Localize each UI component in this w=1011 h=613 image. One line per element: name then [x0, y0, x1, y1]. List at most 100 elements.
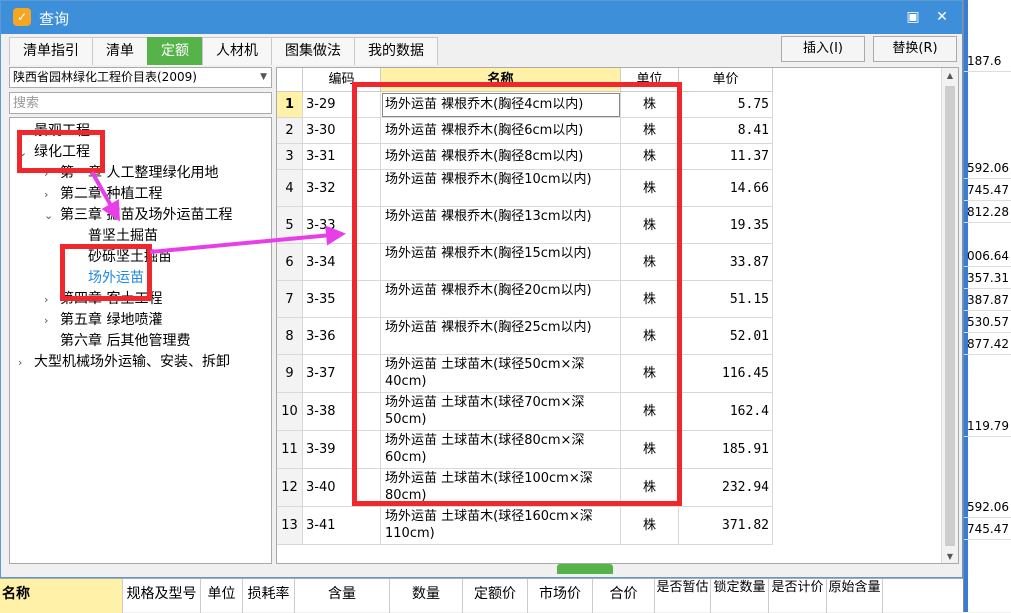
tree-item-chapter-2[interactable]: › 第二章 种植工程	[44, 184, 162, 205]
detail-header-unit[interactable]: 单位	[201, 579, 243, 613]
price-cell[interactable]: 14.66	[679, 170, 773, 207]
table-row[interactable]: 1 3-29 场外运苗 裸根乔木(胸径4cm以内) 株 5.75	[277, 92, 773, 118]
price-cell[interactable]: 19.35	[679, 207, 773, 244]
name-cell[interactable]: 场外运苗 土球苗木(球径50cm×深40cm)	[381, 355, 621, 393]
detail-header-original-content[interactable]: 原始含量	[827, 579, 883, 613]
name-cell[interactable]: 场外运苗 裸根乔木(胸径15cm以内)	[381, 244, 621, 281]
price-cell[interactable]: 33.87	[679, 244, 773, 281]
table-row[interactable]: 7 3-35 场外运苗 裸根乔木(胸径20cm以内) 株 51.15	[277, 281, 773, 318]
table-row[interactable]: 2 3-30 场外运苗 裸根乔木(胸径6cm以内) 株 8.41	[277, 118, 773, 144]
scroll-up-icon[interactable]: ▲	[942, 68, 958, 84]
row-number[interactable]: 6	[277, 244, 303, 281]
close-icon[interactable]: ✕	[930, 6, 954, 28]
name-cell[interactable]: 场外运苗 土球苗木(球径100cm×深80cm)	[381, 469, 621, 507]
unit-cell[interactable]: 株	[621, 355, 679, 393]
name-cell[interactable]: 场外运苗 裸根乔木(胸径4cm以内)	[381, 92, 621, 118]
row-number[interactable]: 1	[277, 92, 303, 118]
table-row[interactable]: 8 3-36 场外运苗 裸根乔木(胸径25cm以内) 株 52.01	[277, 318, 773, 355]
tree-caret-icon[interactable]: ›	[44, 289, 60, 310]
price-cell[interactable]: 162.4	[679, 393, 773, 431]
tab-labor-material-machine[interactable]: 人材机	[202, 37, 272, 65]
row-number[interactable]: 12	[277, 469, 303, 507]
scroll-down-icon[interactable]: ▼	[942, 549, 958, 563]
detail-header-spec[interactable]: 规格及型号	[123, 579, 201, 613]
price-cell[interactable]: 5.75	[679, 92, 773, 118]
code-cell[interactable]: 3-32	[303, 170, 381, 207]
tree-item-chapter-6[interactable]: 第六章 后其他管理费	[60, 331, 190, 352]
row-number[interactable]: 5	[277, 207, 303, 244]
table-row[interactable]: 6 3-34 场外运苗 裸根乔木(胸径15cm以内) 株 33.87	[277, 244, 773, 281]
unit-column-header[interactable]: 单位	[621, 68, 679, 92]
tree-item-chapter-5[interactable]: › 第五章 绿地喷灌	[44, 310, 162, 331]
library-select[interactable]: 陕西省园林绿化工程价目表(2009) ▼	[9, 67, 272, 88]
name-cell[interactable]: 场外运苗 土球苗木(球径70cm×深50cm)	[381, 393, 621, 431]
code-cell[interactable]: 3-40	[303, 469, 381, 507]
price-cell[interactable]: 185.91	[679, 431, 773, 469]
row-number[interactable]: 4	[277, 170, 303, 207]
name-cell[interactable]: 场外运苗 裸根乔木(胸径25cm以内)	[381, 318, 621, 355]
unit-cell[interactable]: 株	[621, 144, 679, 170]
detail-header-content[interactable]: 含量	[295, 579, 390, 613]
tab-bill[interactable]: 清单	[92, 37, 148, 65]
tree-caret-icon[interactable]: ›	[44, 184, 60, 205]
price-cell[interactable]: 52.01	[679, 318, 773, 355]
restore-icon[interactable]: ▣	[901, 6, 925, 28]
title-bar[interactable]: ✓ 查询 ▣ ✕	[1, 1, 962, 34]
unit-cell[interactable]: 株	[621, 118, 679, 144]
code-cell[interactable]: 3-33	[303, 207, 381, 244]
tree-caret-icon[interactable]: ›	[18, 352, 34, 373]
tab-quota[interactable]: 定额	[147, 37, 203, 65]
detail-header-market-price[interactable]: 市场价	[528, 579, 593, 613]
name-column-header[interactable]: 名称	[381, 68, 621, 92]
row-number[interactable]: 9	[277, 355, 303, 393]
code-cell[interactable]: 3-37	[303, 355, 381, 393]
insert-button[interactable]: 插入(I)	[781, 36, 865, 62]
tree-caret-icon[interactable]: ›	[44, 310, 60, 331]
unit-cell[interactable]: 株	[621, 393, 679, 431]
unit-cell[interactable]: 株	[621, 244, 679, 281]
name-cell[interactable]: 场外运苗 裸根乔木(胸径20cm以内)	[381, 281, 621, 318]
price-cell[interactable]: 371.82	[679, 507, 773, 545]
unit-cell[interactable]: 株	[621, 170, 679, 207]
price-cell[interactable]: 11.37	[679, 144, 773, 170]
row-number[interactable]: 8	[277, 318, 303, 355]
tree-item-gravel-soil[interactable]: 砂砾坚土掘苗	[88, 247, 172, 268]
unit-cell[interactable]: 株	[621, 431, 679, 469]
detail-header-total[interactable]: 合价	[593, 579, 655, 613]
vertical-scrollbar[interactable]: ▲ ▼	[941, 68, 958, 563]
detail-header-loss-rate[interactable]: 损耗率	[243, 579, 295, 613]
code-cell[interactable]: 3-39	[303, 431, 381, 469]
row-number[interactable]: 2	[277, 118, 303, 144]
name-cell[interactable]: 场外运苗 土球苗木(球径80cm×深60cm)	[381, 431, 621, 469]
table-row[interactable]: 3 3-31 场外运苗 裸根乔木(胸径8cm以内) 株 11.37	[277, 144, 773, 170]
unit-cell[interactable]: 株	[621, 207, 679, 244]
table-row[interactable]: 10 3-38 场外运苗 土球苗木(球径70cm×深50cm) 株 162.4	[277, 393, 773, 431]
tree-item-offsite-transport[interactable]: 场外运苗	[88, 268, 144, 289]
table-row[interactable]: 5 3-33 场外运苗 裸根乔木(胸径13cm以内) 株 19.35	[277, 207, 773, 244]
detail-header-priced[interactable]: 是否计价	[769, 579, 827, 613]
tree-item-landscape[interactable]: › 景观工程	[18, 121, 90, 142]
tab-bill-guide[interactable]: 清单指引	[9, 37, 93, 65]
table-row[interactable]: 4 3-32 场外运苗 裸根乔木(胸径10cm以内) 株 14.66	[277, 170, 773, 207]
row-number[interactable]: 13	[277, 507, 303, 545]
tree-item-ordinary-soil[interactable]: 普坚土掘苗	[88, 226, 158, 247]
detail-header-lock-quantity[interactable]: 锁定数量	[711, 579, 769, 613]
detail-header-quantity[interactable]: 数量	[390, 579, 463, 613]
code-cell[interactable]: 3-30	[303, 118, 381, 144]
code-column-header[interactable]: 编码	[303, 68, 381, 92]
tree-item-chapter-1[interactable]: › 第一章 人工整理绿化用地	[44, 163, 218, 184]
row-number[interactable]: 3	[277, 144, 303, 170]
tree-caret-icon[interactable]: ⌄	[18, 142, 34, 163]
tree-item-chapter-4[interactable]: › 第四章 客土工程	[44, 289, 162, 310]
name-cell[interactable]: 场外运苗 裸根乔木(胸径6cm以内)	[381, 118, 621, 144]
table-row[interactable]: 13 3-41 场外运苗 土球苗木(球径160cm×深110cm) 株 371.82	[277, 507, 773, 545]
replace-button[interactable]: 替换(R)	[873, 36, 957, 62]
tab-atlas-method[interactable]: 图集做法	[271, 37, 355, 65]
price-cell[interactable]: 116.45	[679, 355, 773, 393]
unit-cell[interactable]: 株	[621, 318, 679, 355]
table-row[interactable]: 9 3-37 场外运苗 土球苗木(球径50cm×深40cm) 株 116.45	[277, 355, 773, 393]
code-cell[interactable]: 3-35	[303, 281, 381, 318]
row-number[interactable]: 10	[277, 393, 303, 431]
row-number[interactable]: 11	[277, 431, 303, 469]
unit-cell[interactable]: 株	[621, 281, 679, 318]
